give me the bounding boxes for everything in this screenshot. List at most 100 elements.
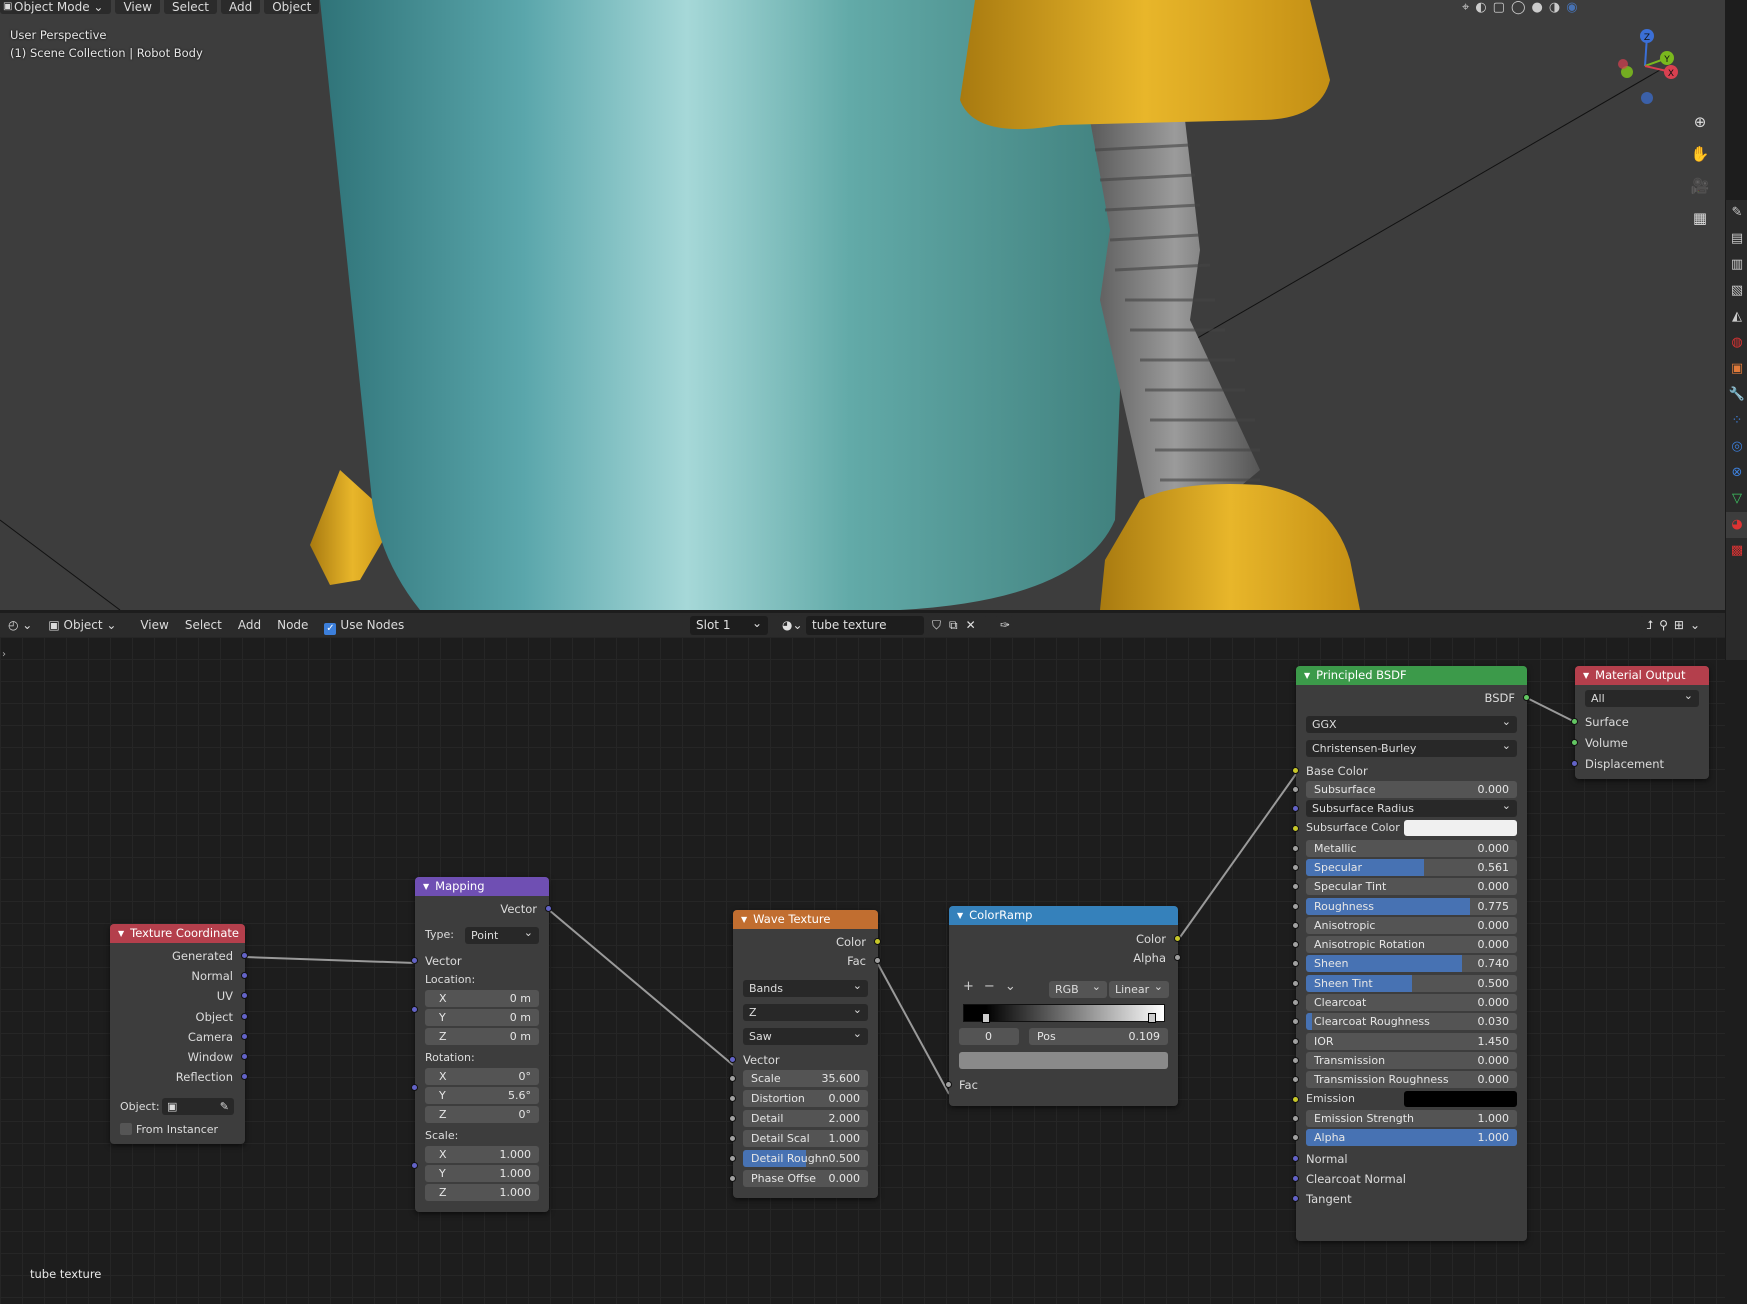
viewport-menu-select[interactable]: Select bbox=[163, 0, 217, 14]
scale-x-field[interactable]: X 1.000 bbox=[425, 1146, 539, 1163]
param-socket[interactable] bbox=[729, 1175, 736, 1182]
shader-editor-icon[interactable]: ◴ ⌄ bbox=[0, 615, 40, 635]
node-menu-node[interactable]: Node bbox=[269, 615, 316, 635]
param-socket[interactable] bbox=[1292, 941, 1299, 949]
output-target-dropdown[interactable]: All bbox=[1585, 687, 1699, 707]
param-slider-17[interactable]: Emission Strength 1.000 bbox=[1306, 1109, 1517, 1127]
from-instancer-checkbox[interactable]: From Instancer bbox=[120, 1122, 218, 1138]
shader-type-dropdown[interactable]: ▣ Object ⌄ bbox=[40, 615, 132, 635]
param-slider-14[interactable]: Transmission 0.000 bbox=[1306, 1051, 1517, 1069]
param-socket[interactable] bbox=[729, 1075, 736, 1082]
node-material-output[interactable]: ▼ Material Output All Surface Volume Disp… bbox=[1571, 666, 1709, 779]
snap-icon[interactable]: ⚲ bbox=[1659, 618, 1674, 632]
node-header[interactable]: ▼ Principled BSDF bbox=[1296, 666, 1527, 685]
object-picker-field[interactable]: ▣ ✎ bbox=[162, 1098, 234, 1115]
overlay-toggle-icon[interactable]: ◐ bbox=[1475, 0, 1486, 15]
socket-scale[interactable] bbox=[411, 1162, 418, 1169]
rotation-z-field[interactable]: Z 0° bbox=[425, 1106, 539, 1123]
node-header[interactable]: ▼ Material Output bbox=[1575, 666, 1709, 685]
node-wave-texture[interactable]: ▼ Wave Texture Color Fac Bands Z Saw Vect… bbox=[729, 910, 881, 1198]
collapse-arrow-icon[interactable]: ▼ bbox=[1304, 671, 1310, 680]
param-dropdown-1[interactable]: Subsurface Radius bbox=[1306, 797, 1517, 818]
param-socket[interactable] bbox=[1292, 844, 1299, 852]
material-shading-icon[interactable]: ◑ bbox=[1549, 0, 1560, 15]
gizmo-toggle-icon[interactable]: ⌖ bbox=[1462, 0, 1469, 15]
param-slider-12[interactable]: Clearcoat Roughness 0.030 bbox=[1306, 1013, 1517, 1031]
scale-y-field[interactable]: Y 1.000 bbox=[425, 1165, 539, 1182]
color-swatch[interactable] bbox=[1404, 820, 1517, 837]
tool-tab-icon[interactable]: ✎ bbox=[1726, 200, 1747, 226]
param-socket[interactable] bbox=[1292, 902, 1299, 910]
socket-window[interactable] bbox=[241, 1053, 248, 1060]
duplicate-material-icon[interactable]: ⧉ bbox=[949, 618, 966, 632]
param-slider-3[interactable]: Metallic 0.000 bbox=[1306, 839, 1517, 857]
socket-surface[interactable] bbox=[1571, 718, 1578, 725]
param-socket[interactable] bbox=[1292, 1037, 1299, 1045]
node-principled-bsdf[interactable]: ▼ Principled BSDF BSDF GGX Christensen-Bu… bbox=[1292, 666, 1530, 1241]
socket-vector-out[interactable] bbox=[545, 905, 552, 912]
param-socket[interactable] bbox=[1292, 883, 1299, 891]
rotation-x-field[interactable]: X 0° bbox=[425, 1068, 539, 1085]
param-slider-13[interactable]: IOR 1.450 bbox=[1306, 1032, 1517, 1050]
param-socket[interactable] bbox=[1292, 921, 1299, 929]
ramp-stop-handle[interactable] bbox=[982, 1013, 990, 1023]
param-socket[interactable] bbox=[1292, 1056, 1299, 1064]
param-socket[interactable] bbox=[1292, 805, 1299, 813]
pan-hand-icon[interactable]: ✋ bbox=[1688, 142, 1712, 166]
world-tab-icon[interactable]: ◍ bbox=[1726, 330, 1747, 356]
color-swatch[interactable] bbox=[1404, 1090, 1517, 1107]
param-socket[interactable] bbox=[1292, 979, 1299, 987]
object-tab-icon[interactable]: ▣ bbox=[1726, 356, 1747, 382]
collapse-arrow-icon[interactable]: ▼ bbox=[423, 882, 429, 891]
modifier-tab-icon[interactable]: 🔧 bbox=[1726, 382, 1747, 408]
socket-fac-in[interactable] bbox=[945, 1081, 952, 1088]
use-nodes-checkbox[interactable]: ✓ Use Nodes bbox=[316, 615, 412, 635]
ramp-stop-position[interactable]: Pos 0.109 bbox=[1029, 1028, 1168, 1045]
subsurface-method-dropdown[interactable]: Christensen-Burley bbox=[1306, 737, 1517, 757]
ramp-menu-chevron-icon[interactable]: ⌄ bbox=[1005, 979, 1026, 994]
physics-tab-icon[interactable]: ◎ bbox=[1726, 434, 1747, 460]
ramp-color-mode-dropdown[interactable]: RGB bbox=[1049, 978, 1107, 998]
vector-socket[interactable] bbox=[1292, 1155, 1299, 1162]
rendered-shading-icon[interactable]: ◉ bbox=[1566, 0, 1577, 15]
param-socket[interactable] bbox=[729, 1095, 736, 1102]
socket-base-color[interactable] bbox=[1292, 767, 1299, 774]
wave-type-dropdown[interactable]: Bands bbox=[743, 977, 868, 997]
view-layer-tab-icon[interactable]: ▧ bbox=[1726, 278, 1747, 304]
socket-uv[interactable] bbox=[241, 992, 248, 999]
unlink-material-icon[interactable]: ✕ bbox=[966, 618, 984, 632]
node-menu-view[interactable]: View bbox=[132, 615, 176, 635]
add-stop-icon[interactable]: + bbox=[963, 979, 984, 994]
camera-view-icon[interactable]: 🎥 bbox=[1688, 174, 1712, 198]
socket-bsdf-out[interactable] bbox=[1523, 694, 1530, 701]
zoom-icon[interactable]: ⊕ bbox=[1688, 110, 1712, 134]
vector-socket[interactable] bbox=[1292, 1195, 1299, 1202]
param-slider-2[interactable]: Detail 2.000 bbox=[743, 1110, 868, 1127]
param-socket[interactable] bbox=[1292, 1134, 1299, 1142]
param-slider-1[interactable]: Distortion 0.000 bbox=[743, 1090, 868, 1107]
node-header[interactable]: ▼ Wave Texture bbox=[733, 910, 878, 929]
collapse-arrow-icon[interactable]: ▼ bbox=[957, 911, 963, 920]
distribution-dropdown[interactable]: GGX bbox=[1306, 713, 1517, 733]
eyedropper-icon[interactable]: ✎ bbox=[220, 1098, 229, 1115]
location-y-field[interactable]: Y 0 m bbox=[425, 1009, 539, 1026]
socket-vector-in[interactable] bbox=[729, 1056, 736, 1063]
material-name-field[interactable]: tube texture bbox=[806, 616, 924, 635]
ramp-stop-index[interactable]: 0 bbox=[959, 1028, 1019, 1045]
param-slider-6[interactable]: Roughness 0.775 bbox=[1306, 897, 1517, 915]
scale-z-field[interactable]: Z 1.000 bbox=[425, 1184, 539, 1201]
param-slider-18[interactable]: Alpha 1.000 bbox=[1306, 1129, 1517, 1147]
texture-tab-icon[interactable]: ▩ bbox=[1726, 538, 1747, 564]
wave-direction-dropdown[interactable]: Z bbox=[743, 1001, 868, 1021]
location-x-field[interactable]: X 0 m bbox=[425, 990, 539, 1007]
socket-alpha-out[interactable] bbox=[1174, 954, 1181, 961]
socket-location[interactable] bbox=[411, 1006, 418, 1013]
rotation-y-field[interactable]: Y 5.6° bbox=[425, 1087, 539, 1104]
node-header[interactable]: ▼ Mapping bbox=[415, 877, 549, 896]
fake-user-icon[interactable]: ⛉ bbox=[932, 618, 949, 632]
vector-socket[interactable] bbox=[1292, 1175, 1299, 1182]
socket-color-out[interactable] bbox=[1174, 935, 1181, 942]
mapping-type-dropdown[interactable]: Point bbox=[465, 924, 539, 944]
param-slider-4[interactable]: Specular 0.561 bbox=[1306, 858, 1517, 876]
socket-camera[interactable] bbox=[241, 1033, 248, 1040]
